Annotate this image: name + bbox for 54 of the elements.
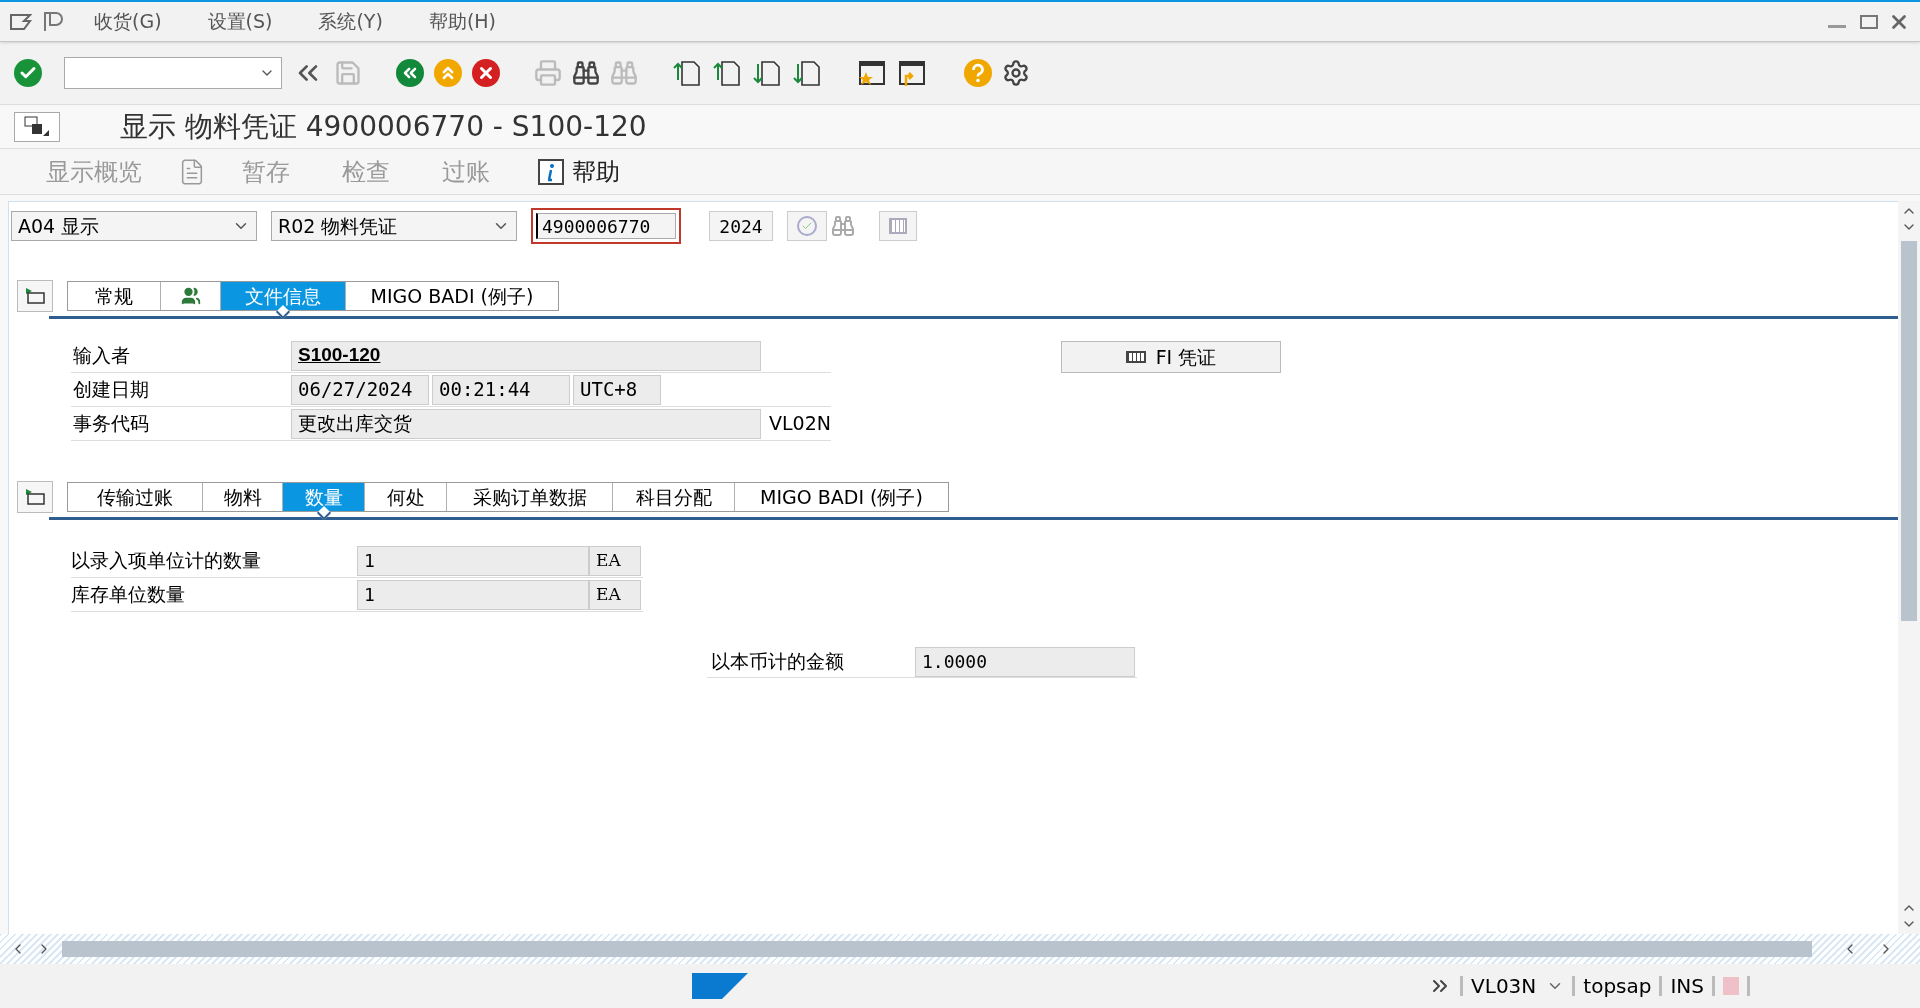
check-icon[interactable] <box>14 59 42 87</box>
year-field[interactable]: 2024 <box>709 211 773 241</box>
layout-menu-icon[interactable] <box>14 111 60 142</box>
p-icon[interactable] <box>42 10 66 33</box>
first-page-icon[interactable] <box>672 58 702 88</box>
find-icon[interactable] <box>572 59 600 87</box>
last-page-icon[interactable] <box>792 58 822 88</box>
quantity-field: 1 <box>357 545 589 576</box>
scrollbar-thumb[interactable] <box>62 941 1812 957</box>
tab-toggle-icon[interactable] <box>17 280 53 312</box>
field-label: 以录入项单位计的数量 <box>71 548 262 574</box>
field-label: 事务代码 <box>72 411 150 437</box>
amount-field: 1.0000 <box>915 646 1135 677</box>
table-icon <box>1125 351 1146 363</box>
tab-toggle-icon[interactable] <box>17 481 53 513</box>
value-field: 更改出库交货 <box>291 408 761 439</box>
value-field: 06/27/2024 <box>291 374 429 405</box>
logo-icon <box>692 973 749 999</box>
settings-icon[interactable] <box>1002 59 1030 87</box>
scrollbar-thumb[interactable] <box>1901 241 1917 621</box>
next-page-icon[interactable] <box>752 58 782 88</box>
field-label: 库存单位数量 <box>71 582 186 608</box>
help-button[interactable]: 帮助 <box>526 153 632 190</box>
previous-page-icon[interactable] <box>712 58 742 88</box>
menu-item[interactable]: 系统(Y) <box>300 7 401 36</box>
value-field: UTC+8 <box>573 374 661 405</box>
menu-item[interactable]: 收货(G) <box>76 7 180 36</box>
status-icon <box>1723 977 1739 995</box>
info-icon <box>538 158 564 185</box>
unit-field: EA <box>589 579 641 610</box>
back-icon[interactable] <box>396 59 424 87</box>
window-title: 显示 物料凭证 4900006770 - S100-120 <box>120 108 647 145</box>
quantity-field: 1 <box>357 579 589 610</box>
menu-item[interactable]: 设置(S) <box>189 7 291 36</box>
fi-document-button[interactable]: FI 凭证 <box>1061 341 1281 373</box>
command-field[interactable] <box>64 57 282 89</box>
field-label: 以本币计的金额 <box>710 649 845 675</box>
value-field: 00:21:44 <box>432 374 570 405</box>
user-link[interactable]: S100-120 <box>291 340 761 371</box>
reference-dropdown[interactable]: R02 物料凭证 <box>271 211 517 241</box>
action-dropdown[interactable]: A04 显示 <box>11 211 257 241</box>
cancel-icon[interactable] <box>472 59 500 87</box>
transaction-code[interactable]: VL03N <box>1471 971 1537 1001</box>
people-icon <box>180 286 201 306</box>
field-label: 输入者 <box>72 343 131 369</box>
restore-icon[interactable] <box>1860 14 1878 29</box>
system-name: topsap <box>1583 973 1652 1000</box>
menu-icon[interactable] <box>10 12 32 31</box>
transaction-code: VL02N <box>769 411 831 437</box>
unit-field: EA <box>589 545 641 576</box>
menu-item[interactable]: 帮助(H) <box>410 7 514 36</box>
field-label: 创建日期 <box>72 377 150 403</box>
input-mode: INS <box>1670 973 1704 1000</box>
document-number-field[interactable]: 4900006770 <box>531 208 681 244</box>
